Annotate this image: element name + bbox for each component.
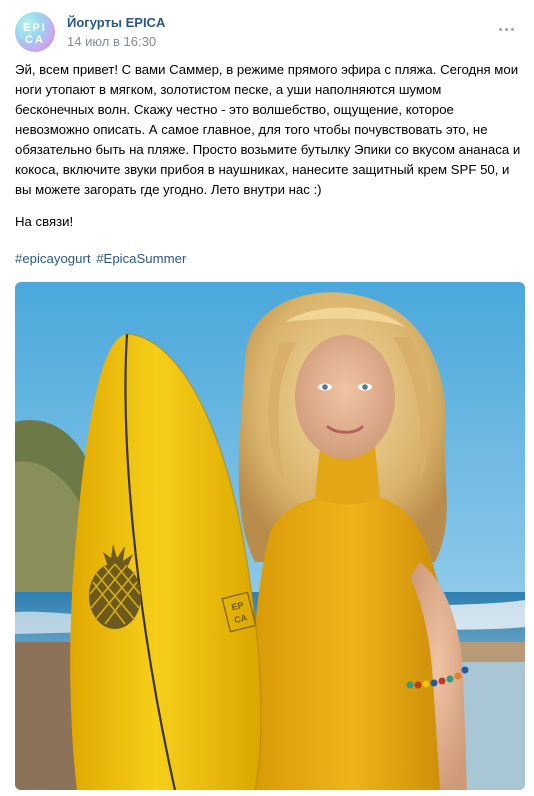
more-horizontal-icon[interactable] — [497, 22, 517, 36]
post-date-link[interactable]: 14 июл в 16:30 — [67, 34, 156, 49]
post-body: Эй, всем привет! С вами Саммер, в режиме… — [15, 62, 521, 197]
svg-text:EPI: EPI — [23, 22, 47, 34]
svg-text:CA: CA — [25, 34, 45, 46]
post-text: Эй, всем привет! С вами Саммер, в режиме… — [15, 60, 527, 200]
post-photo[interactable]: EP CA — [15, 282, 525, 790]
hashtag-link[interactable]: #EpicaSummer — [96, 251, 186, 266]
avatar[interactable]: EPI CA — [15, 12, 55, 52]
hashtags: #epicayogurt #EpicaSummer — [15, 249, 188, 269]
surfer-photo-image: EP CA — [15, 282, 525, 790]
wall-post: EPI CA Йогурты EPICA 14 июл в 16:30 Эй, … — [0, 0, 534, 796]
post-greeting: На связи! — [15, 214, 74, 229]
author-name-link[interactable]: Йогурты EPICA — [67, 15, 165, 30]
epica-logo-icon: EPI CA — [23, 22, 47, 46]
hashtag-link[interactable]: #epicayogurt — [15, 251, 91, 266]
post-header: EPI CA Йогурты EPICA 14 июл в 16:30 — [15, 12, 525, 54]
